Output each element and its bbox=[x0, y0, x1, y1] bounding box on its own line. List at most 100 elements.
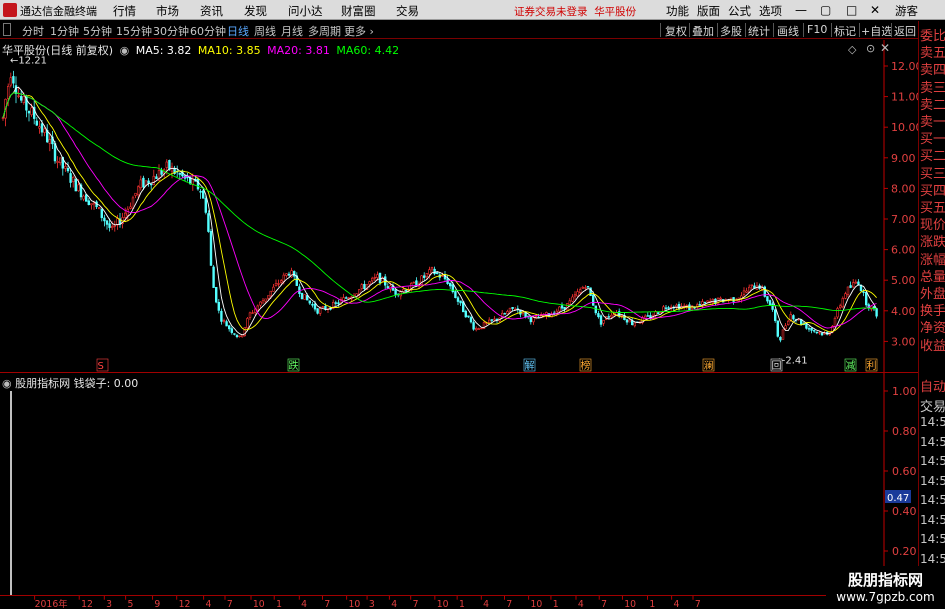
candle-body bbox=[209, 230, 213, 266]
date-tick-label: 1 bbox=[276, 599, 282, 609]
candle-body bbox=[875, 308, 878, 317]
sidebar-action[interactable]: 交易 bbox=[920, 396, 945, 415]
tab-multi-period[interactable]: 多周期 bbox=[308, 23, 341, 39]
candle-body bbox=[838, 305, 842, 309]
candle-body bbox=[836, 308, 839, 318]
sidebar-label: 委比 bbox=[920, 29, 945, 44]
adjust-button[interactable]: 复权 bbox=[665, 23, 687, 39]
candle-body bbox=[849, 285, 852, 288]
candle-body bbox=[750, 284, 754, 287]
tab-30min[interactable]: 30分钟 bbox=[153, 23, 189, 39]
statistics-button[interactable]: 统计 bbox=[748, 23, 770, 39]
overlay-button[interactable]: 叠加 bbox=[692, 23, 714, 39]
ma60-value: MA60: 4.42 bbox=[336, 44, 400, 57]
menu-trade[interactable]: 交易 bbox=[396, 3, 419, 19]
menu-formula[interactable]: 公式 bbox=[728, 3, 751, 19]
date-tick-label: 10 bbox=[531, 599, 543, 609]
menu-news[interactable]: 资讯 bbox=[200, 3, 223, 19]
candle-body bbox=[342, 297, 345, 301]
candle-body bbox=[428, 269, 431, 275]
ma20-line bbox=[2, 92, 877, 329]
date-tick-label: 4 bbox=[206, 599, 212, 609]
candle-body bbox=[578, 289, 582, 293]
minimize-icon[interactable]: — bbox=[795, 3, 807, 17]
candle-body bbox=[165, 161, 168, 168]
candle-body bbox=[285, 273, 288, 276]
guest-user[interactable]: 游客 bbox=[895, 3, 918, 19]
candle-body bbox=[532, 317, 535, 323]
restore-icon[interactable]: ▢ bbox=[820, 3, 831, 17]
candle-body bbox=[625, 319, 629, 323]
candle-body bbox=[19, 96, 23, 101]
sidebar-label: 卖一 bbox=[920, 115, 945, 130]
menu-options[interactable]: 选项 bbox=[759, 3, 782, 19]
candle-body bbox=[225, 321, 228, 327]
tab-1min[interactable]: 1分钟 bbox=[50, 23, 79, 39]
add-watchlist-button[interactable]: +自选 bbox=[861, 23, 892, 39]
candle-body bbox=[703, 302, 707, 304]
tab-15min[interactable]: 15分钟 bbox=[116, 23, 152, 39]
maximize-icon[interactable]: □ bbox=[846, 3, 857, 17]
menu-ask[interactable]: 问小达 bbox=[288, 3, 323, 19]
settings-icon[interactable]: ◉ bbox=[2, 377, 12, 390]
menu-layout[interactable]: 版面 bbox=[697, 3, 720, 19]
close-icon[interactable]: ✕ bbox=[870, 3, 880, 17]
indicator-tick-label: 0.80 bbox=[892, 425, 917, 438]
sidebar-action[interactable]: 自动 bbox=[920, 376, 945, 395]
tab-60min[interactable]: 60分钟 bbox=[190, 23, 226, 39]
candle-body bbox=[620, 315, 624, 317]
price-tick-label: 7.00 bbox=[891, 213, 916, 226]
candle-body bbox=[487, 319, 491, 323]
tab-monthly[interactable]: 月线 bbox=[281, 23, 303, 39]
tab-daily[interactable]: 日线 bbox=[227, 23, 249, 39]
f10-button[interactable]: F10 bbox=[807, 23, 827, 36]
menu-discover[interactable]: 发现 bbox=[244, 3, 267, 19]
candle-body bbox=[776, 320, 780, 337]
date-tick-label: 4 bbox=[391, 599, 397, 609]
candle-body bbox=[610, 314, 613, 318]
tab-intraday[interactable]: 分时 bbox=[22, 23, 44, 39]
candle-body bbox=[807, 328, 811, 330]
indicator-chart[interactable]: 1.00 0.80 0.60 0.470.40 0.20 bbox=[0, 373, 918, 595]
candle-body bbox=[511, 307, 514, 309]
close-panel-icon[interactable]: ✕ bbox=[880, 41, 890, 55]
menu-quotes[interactable]: 行情 bbox=[113, 3, 136, 19]
candle-body bbox=[235, 335, 239, 338]
panel-toggle-button[interactable] bbox=[3, 23, 11, 36]
trade-time: 14:56 bbox=[920, 434, 945, 449]
date-tick-label: 7 bbox=[227, 599, 233, 609]
zoom-icon[interactable]: ⊙ bbox=[866, 42, 875, 55]
candle-body bbox=[742, 290, 746, 295]
candle-body bbox=[477, 328, 480, 330]
tab-more[interactable]: 更多 › bbox=[344, 23, 374, 39]
tab-weekly[interactable]: 周线 bbox=[254, 23, 276, 39]
mark-button[interactable]: 标记 bbox=[834, 23, 856, 39]
candle-body bbox=[433, 268, 436, 275]
back-button[interactable]: 返回 bbox=[894, 23, 916, 39]
settings-icon[interactable]: ◉ bbox=[120, 44, 130, 57]
indicator-tick-label: 0.40 bbox=[892, 505, 917, 518]
menu-functions[interactable]: 功能 bbox=[666, 3, 689, 19]
date-tick-label: 3 bbox=[369, 599, 375, 609]
candle-body bbox=[22, 96, 25, 103]
candle-body bbox=[467, 315, 470, 318]
multi-stock-button[interactable]: 多股 bbox=[720, 23, 742, 39]
date-tick-label: 12 bbox=[179, 599, 191, 609]
candle-body bbox=[508, 307, 512, 312]
kline-chart[interactable]: 12.00 11.00 10.00 9.00 8.00 7.00 6.00 5.00 4.00 3… bbox=[0, 40, 918, 373]
app-name: 通达信金融终端 bbox=[20, 5, 97, 18]
trade-time: 14:56 bbox=[920, 473, 945, 488]
diamond-icon[interactable]: ◇ bbox=[848, 43, 856, 56]
candle-body bbox=[337, 302, 340, 305]
candle-body bbox=[646, 315, 650, 317]
candle-body bbox=[376, 274, 379, 279]
candle-body bbox=[92, 202, 96, 205]
draw-line-button[interactable]: 画线 bbox=[777, 23, 799, 39]
ma20-value: MA20: 3.81 bbox=[267, 44, 330, 57]
sidebar-label: 总量 bbox=[920, 269, 945, 285]
candle-body bbox=[656, 312, 660, 314]
tab-5min[interactable]: 5分钟 bbox=[83, 23, 112, 39]
menu-market[interactable]: 市场 bbox=[156, 3, 179, 19]
date-tick-label: 4 bbox=[483, 599, 489, 609]
menu-wealth[interactable]: 财富圈 bbox=[341, 3, 376, 19]
